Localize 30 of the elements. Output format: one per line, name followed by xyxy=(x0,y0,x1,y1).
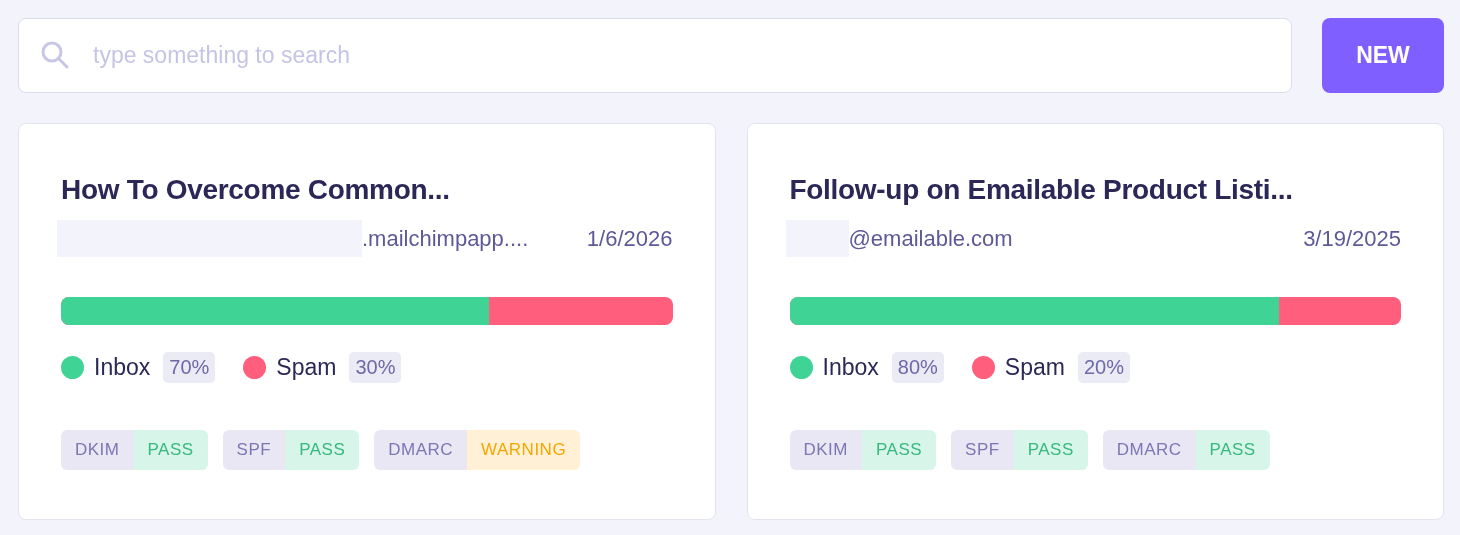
email-card[interactable]: How To Overcome Common... .mailchimpapp.... 1/6/2026 Inbox 70% Spam 30% DKIM PASS SPF PASS DMARC WARNING xyxy=(18,123,716,520)
email-date: 3/19/2025 xyxy=(1303,225,1401,252)
auth-label: SPF xyxy=(222,430,286,470)
auth-label: SPF xyxy=(951,430,1014,470)
sender-address: .mailchimpapp.... xyxy=(362,225,529,252)
auth-result: PASS xyxy=(133,430,208,470)
legend-label: Spam xyxy=(1004,354,1065,381)
email-subject: Follow-up on Emailable Product Listi... xyxy=(789,174,1294,206)
email-subject: How To Overcome Common... xyxy=(61,174,451,206)
auth-label: DKIM xyxy=(789,430,862,470)
search-field[interactable]: type something to search xyxy=(18,18,1292,93)
auth-label: DMARC xyxy=(374,430,468,470)
sender-address: @emailable.com xyxy=(848,225,1013,252)
email-date: 1/6/2026 xyxy=(586,225,673,252)
auth-label: DKIM xyxy=(61,430,134,470)
auth-result: PASS xyxy=(1195,430,1270,470)
auth-result: PASS xyxy=(285,430,360,470)
auth-result: WARNING xyxy=(467,430,581,470)
percent-badge: 70% xyxy=(163,352,216,383)
auth-result: PASS xyxy=(862,430,937,470)
percent-badge: 30% xyxy=(349,352,402,383)
legend-label: Spam xyxy=(276,354,337,381)
percent-badge: 20% xyxy=(1077,352,1130,383)
legend-label: Inbox xyxy=(822,354,879,381)
auth-result: PASS xyxy=(1013,430,1088,470)
email-card[interactable]: Follow-up on Emailable Product Listi... @emailable.com 3/19/2025 Inbox 80% Spam 20% DKIM PASS SPF PASS DMARC PASS xyxy=(746,123,1444,520)
legend-label: Inbox xyxy=(94,354,151,381)
percent-badge: 80% xyxy=(891,352,944,383)
new-button[interactable]: NEW xyxy=(1322,18,1444,93)
auth-label: DMARC xyxy=(1102,430,1196,470)
